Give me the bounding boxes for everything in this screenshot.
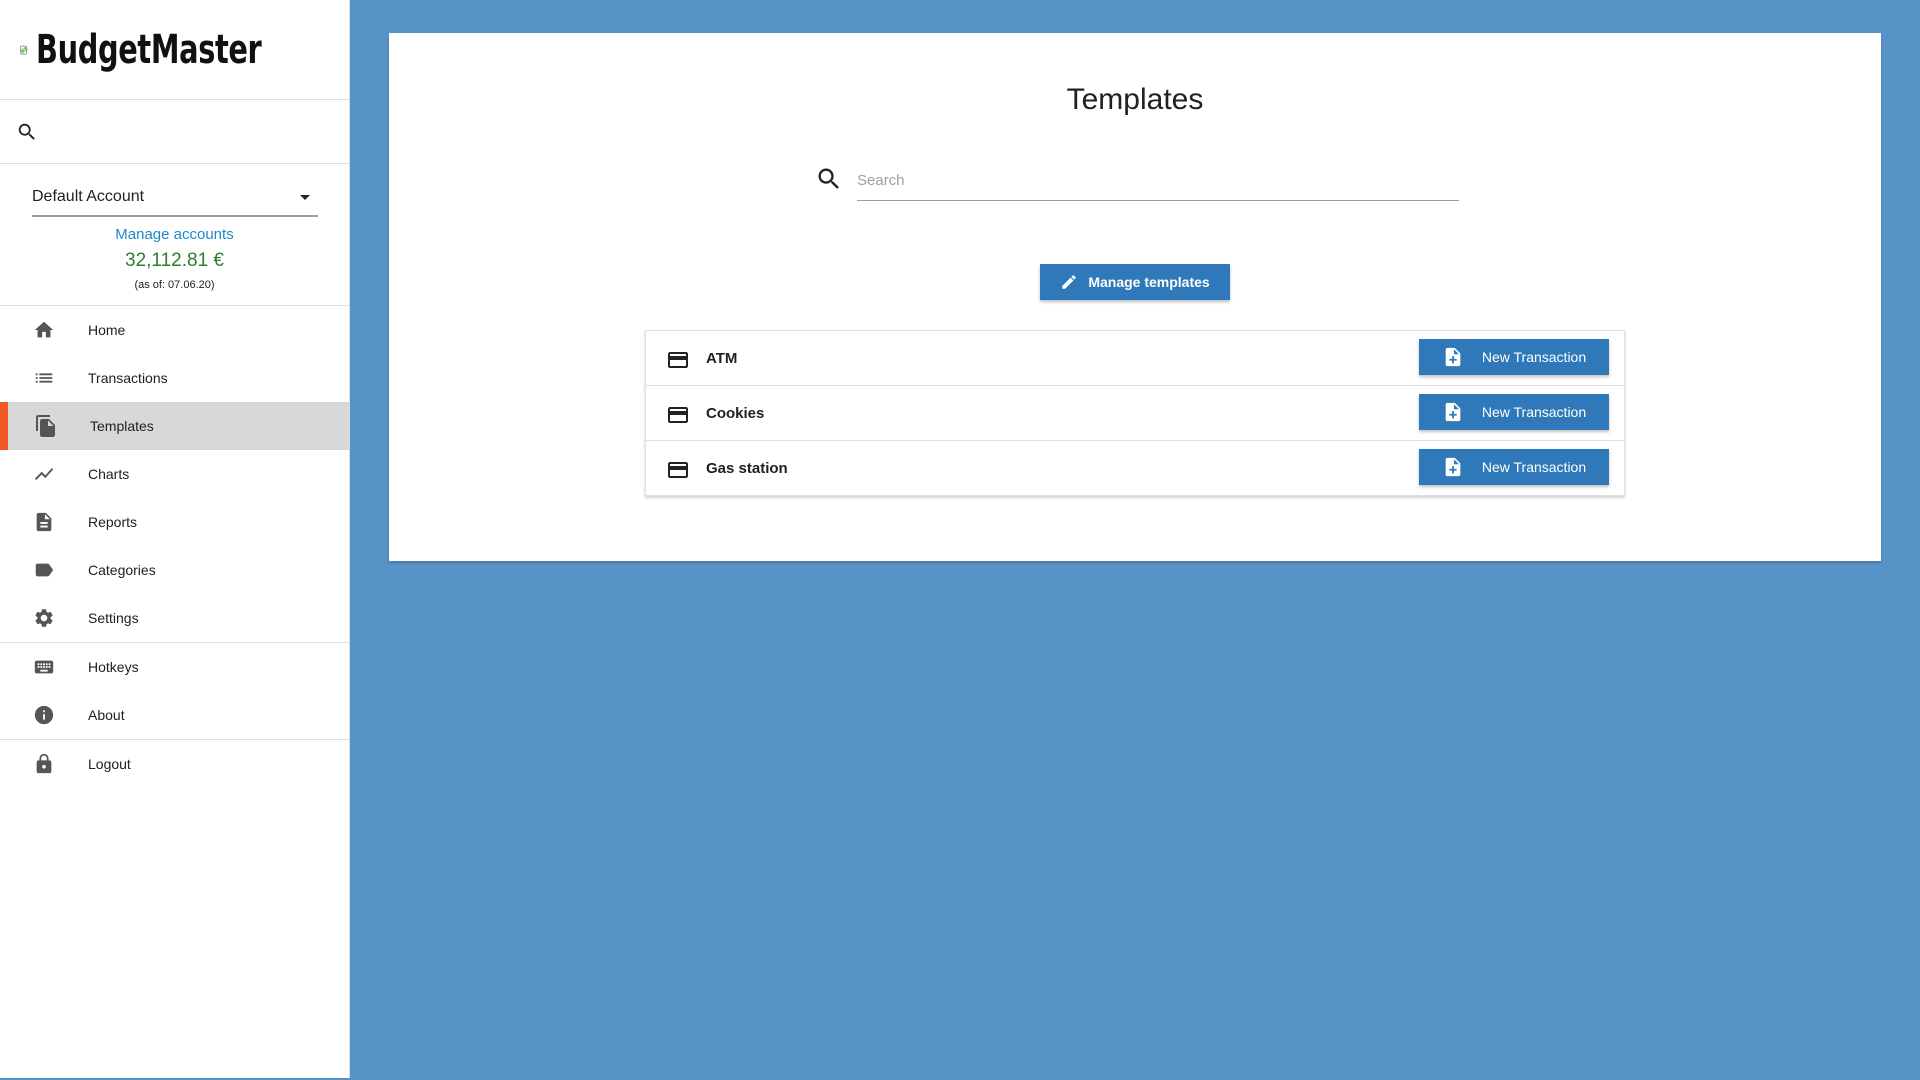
sidebar-item-home[interactable]: Home xyxy=(0,306,349,354)
template-row[interactable]: Gas station New Transaction xyxy=(646,441,1624,496)
template-name: Gas station xyxy=(706,460,788,477)
sidebar-item-label: Templates xyxy=(90,418,154,434)
keyboard-icon xyxy=(32,655,56,679)
credit-card-icon xyxy=(668,462,688,478)
sidebar-item-logout[interactable]: Logout xyxy=(0,740,349,788)
new-transaction-button[interactable]: New Transaction xyxy=(1419,449,1609,485)
info-icon xyxy=(32,703,56,727)
new-transaction-button[interactable]: New Transaction xyxy=(1419,339,1609,375)
sidebar-item-transactions[interactable]: Transactions xyxy=(0,354,349,402)
sidebar-item-label: Categories xyxy=(88,562,156,578)
search-icon xyxy=(818,168,839,189)
sidebar-item-categories[interactable]: Categories xyxy=(0,546,349,594)
nav-tertiary: Logout xyxy=(0,740,349,788)
line-chart-icon xyxy=(32,462,56,486)
account-panel: Default Account Manage accounts 32,112.8… xyxy=(0,164,349,306)
template-list: ATM New Transaction Cookies New Transact… xyxy=(645,330,1625,496)
search-input[interactable] xyxy=(857,161,1459,201)
sidebar-item-reports[interactable]: Reports xyxy=(0,498,349,546)
sidebar-item-label: Home xyxy=(88,322,126,338)
lock-icon xyxy=(32,752,56,776)
credit-card-icon xyxy=(668,352,688,368)
new-transaction-label: New Transaction xyxy=(1481,404,1587,420)
sidebar-item-label: Charts xyxy=(88,466,130,482)
manage-templates-label: Manage templates xyxy=(1088,274,1210,290)
sidebar-item-label: Reports xyxy=(88,514,138,530)
template-row[interactable]: Cookies New Transaction xyxy=(646,386,1624,441)
note-add-icon xyxy=(1442,401,1464,423)
note-add-icon xyxy=(1442,346,1464,368)
sidebar-item-label: Logout xyxy=(88,756,131,772)
sidebar-item-label: Transactions xyxy=(88,370,168,386)
account-select[interactable]: Default Account xyxy=(32,179,318,217)
template-row[interactable]: ATM New Transaction xyxy=(646,331,1624,386)
pencil-icon xyxy=(1060,273,1078,291)
template-name: Cookies xyxy=(706,404,765,422)
sidebar-item-settings[interactable]: Settings xyxy=(0,594,349,642)
sidebar-item-hotkeys[interactable]: Hotkeys xyxy=(0,643,349,691)
chevron-down-icon xyxy=(300,194,310,200)
page-title: Templates xyxy=(1066,83,1204,116)
sidebar-item-label: About xyxy=(88,707,125,723)
sidebar-item-label: Hotkeys xyxy=(88,659,139,675)
template-name: ATM xyxy=(706,349,738,367)
manage-templates-button[interactable]: Manage templates xyxy=(1040,264,1230,300)
account-select-value: Default Account xyxy=(32,188,145,205)
budgetmaster-logo-icon xyxy=(20,45,28,54)
new-transaction-button[interactable]: New Transaction xyxy=(1419,394,1609,430)
sidebar-item-label: Settings xyxy=(88,610,139,626)
note-add-icon xyxy=(1442,456,1464,478)
description-icon xyxy=(32,510,56,534)
nav-primary: Home Transactions Templates Charts Repor… xyxy=(0,306,349,643)
templates-card: Templates Manage templates ATM New Trans… xyxy=(389,33,1881,561)
search-icon[interactable] xyxy=(16,121,38,143)
list-icon xyxy=(32,366,56,390)
manage-accounts-link[interactable]: Manage accounts xyxy=(0,226,349,243)
home-icon xyxy=(32,318,56,342)
sidebar-item-about[interactable]: About xyxy=(0,691,349,739)
new-transaction-label: New Transaction xyxy=(1481,459,1587,475)
nav-secondary: Hotkeys About xyxy=(0,643,349,740)
app-name: BudgetMaster xyxy=(35,26,262,73)
credit-card-icon xyxy=(668,407,688,423)
file-copy-icon xyxy=(34,414,58,438)
label-icon xyxy=(32,558,56,582)
sidebar-item-templates[interactable]: Templates xyxy=(0,402,349,450)
account-balance: 32,112.81 € xyxy=(125,250,224,271)
sidebar-search[interactable] xyxy=(0,100,349,164)
gear-icon xyxy=(32,606,56,630)
sidebar-item-charts[interactable]: Charts xyxy=(0,450,349,498)
balance-date: (as of: 07.06.20) xyxy=(134,279,215,291)
new-transaction-label: New Transaction xyxy=(1481,349,1587,365)
template-search xyxy=(815,161,1459,201)
sidebar: BudgetMaster Default Account Manage acco… xyxy=(0,0,350,1078)
app-logo[interactable]: BudgetMaster xyxy=(0,0,349,100)
